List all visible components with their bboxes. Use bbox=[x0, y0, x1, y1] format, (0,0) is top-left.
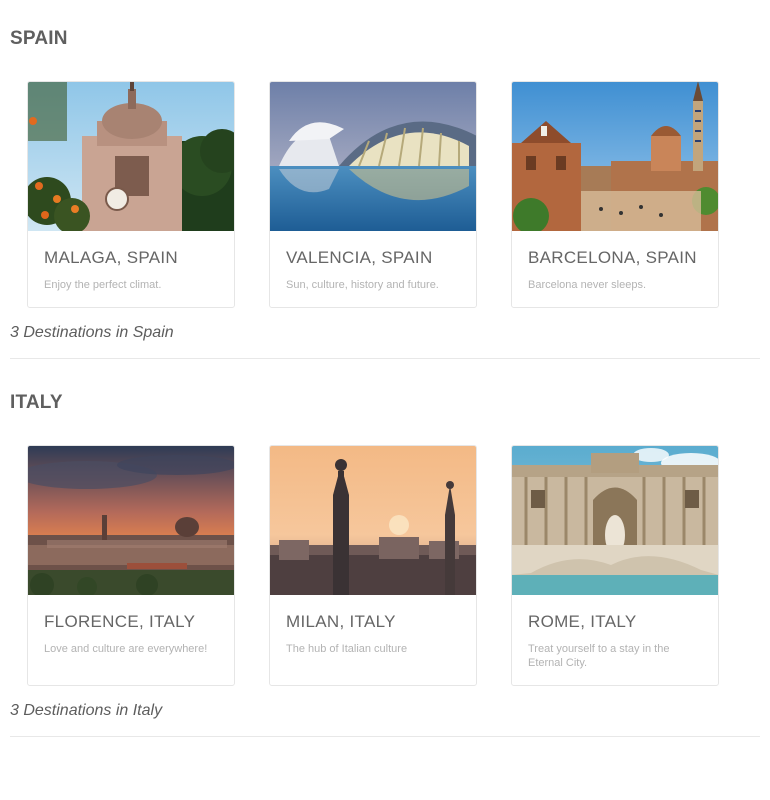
destination-card-milan[interactable]: MILAN, ITALY The hub of Italian culture bbox=[269, 445, 477, 686]
valencia-photo bbox=[270, 82, 476, 231]
destination-description: Treat yourself to a stay in the Eternal … bbox=[528, 643, 670, 669]
destination-card-malaga[interactable]: MALAGA, SPAIN Enjoy the perfect climat. bbox=[27, 81, 235, 308]
destination-title: FLORENCE, ITALY bbox=[44, 612, 196, 631]
destination-title: ROME, ITALY bbox=[528, 612, 637, 631]
destination-card-rome[interactable]: ROME, ITALY Treat yourself to a stay in … bbox=[511, 445, 719, 686]
malaga-photo bbox=[28, 82, 234, 231]
section-title: SPAIN bbox=[10, 28, 68, 49]
rome-photo bbox=[512, 446, 718, 595]
destination-description: Love and culture are everywhere! bbox=[44, 643, 208, 655]
destination-title: VALENCIA, SPAIN bbox=[286, 248, 433, 267]
destination-count: 3 Destinations in Italy bbox=[10, 702, 163, 719]
destination-description: Barcelona never sleeps. bbox=[528, 279, 647, 291]
destination-card-valencia[interactable]: VALENCIA, SPAIN Sun, culture, history an… bbox=[269, 81, 477, 308]
destination-title: MILAN, ITALY bbox=[286, 612, 396, 631]
milan-photo bbox=[270, 446, 476, 595]
section-divider bbox=[10, 358, 760, 359]
destination-count: 3 Destinations in Spain bbox=[10, 324, 174, 341]
destination-card-florence[interactable]: FLORENCE, ITALY Love and culture are eve… bbox=[27, 445, 235, 686]
destination-description: Enjoy the perfect climat. bbox=[44, 279, 162, 291]
section-divider bbox=[10, 736, 760, 737]
florence-photo bbox=[28, 446, 234, 595]
destination-description: The hub of Italian culture bbox=[286, 643, 408, 655]
barcelona-photo bbox=[512, 82, 718, 231]
destination-card-barcelona[interactable]: BARCELONA, SPAIN Barcelona never sleeps. bbox=[511, 81, 719, 308]
destination-description: Sun, culture, history and future. bbox=[286, 279, 439, 291]
destination-title: MALAGA, SPAIN bbox=[44, 248, 178, 267]
destination-title: BARCELONA, SPAIN bbox=[528, 248, 697, 267]
section-title: ITALY bbox=[10, 392, 63, 413]
